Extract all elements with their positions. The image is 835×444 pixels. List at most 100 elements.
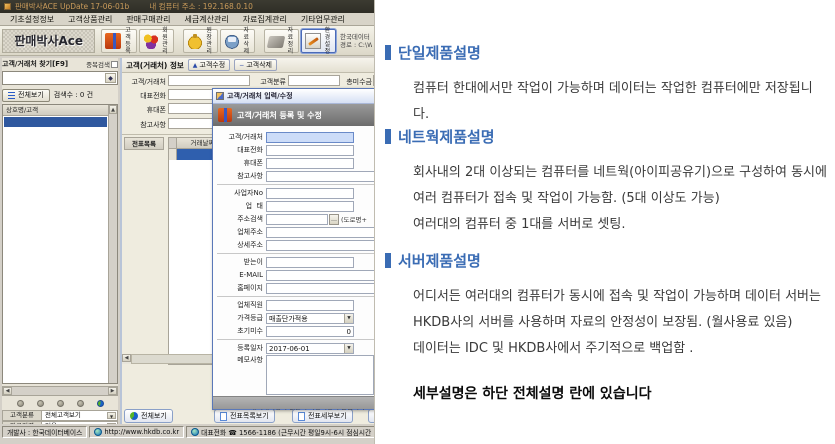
field-label-note: 참고사항 [122,120,166,130]
section-server-product: 서버제품설명 어디서든 여러대의 컴퓨터가 동시에 접속 및 작업이 가능하며 … [385,250,827,362]
recipient-input[interactable] [266,257,354,268]
staff-input[interactable] [266,300,354,311]
note-input[interactable] [266,171,375,182]
label-customer: 고객/거래처 [213,132,263,142]
chevron-down-icon[interactable]: ▼ [344,344,353,353]
customer-search-sidebar: 고객/거래처 찾기[F9] 중복검색 ◆ 전체보기 검색수 : 0 건 상호명/… [2,58,118,424]
memo-textarea[interactable] [266,355,374,395]
up-triangle-icon: ▲ [193,62,198,69]
business-number-input[interactable] [266,188,354,199]
app-logo: 판매박사Ace [2,29,95,53]
voucher-detail-view-button[interactable]: 전표세부보기 [292,409,353,423]
menu-item[interactable]: 자료집계관리 [236,14,294,25]
customer-edit-button[interactable]: ▲ 고객수정 [188,59,230,71]
label-regdate: 등록일자 [213,343,263,353]
scroll-right-icon[interactable]: ▶ [108,387,117,395]
toolbar-button[interactable]: 고객 등록 [101,29,136,53]
scroll-left-icon[interactable]: ◀ [122,354,131,362]
selected-list-row[interactable] [4,117,107,127]
label-biztype: 업 태 [213,201,263,211]
search-icon[interactable]: ◆ [105,73,116,83]
detail-address-input[interactable] [266,240,375,251]
nav-prev-button[interactable] [37,400,44,407]
voucher-list-view-button[interactable]: 전표목록보기 [214,409,275,423]
toolbar-info-company: 한국데이터 [340,33,372,41]
menu-item[interactable]: 고객상품관리 [61,14,119,25]
view-all-button[interactable]: 전체보기 [2,89,50,102]
customer-search-input[interactable]: ◆ [2,71,118,85]
gift-icon [105,33,121,49]
address-search-button[interactable]: … [329,214,339,225]
customer-category-field[interactable] [288,75,340,86]
toolbar: 판매박사Ace 고객 등록 회원 관리 원장 관리 [0,26,374,56]
toolbar-button[interactable]: 환경 설정 [301,29,336,53]
list-horizontal-scrollbar[interactable]: ◀ ▶ [2,386,118,396]
email-input[interactable] [266,270,375,281]
nav-refresh-button[interactable] [97,400,104,407]
field-label-customer: 고객/거래처 [122,77,166,87]
app-window: 판매박사ACE UpDate 17-06-01b 내 컴퓨터 주소 : 192.… [0,0,375,444]
field-label-tel: 대표전화 [122,91,166,101]
chevron-down-icon[interactable]: ▼ [344,314,353,323]
config-icon [305,33,321,49]
toolbar-button[interactable]: 자료 삭제 [220,29,255,53]
globe-icon [191,428,199,436]
label-bizno: 사업자No [213,188,263,198]
row-marker [169,149,177,160]
scroll-up-icon[interactable]: ▲ [109,105,117,114]
category-filter-select[interactable]: 전체고객보기 ▼ [42,410,118,421]
customer-edit-dialog: 고객/거래처 입력/수정 고객/거래처 등록 및 수정 고객/거래처 대표전화 … [212,88,375,410]
toolbar-button[interactable]: 원장 관리 [183,29,218,53]
label-memo: 메모사항 [213,355,263,365]
menu-item[interactable]: 판매구매관리 [119,14,177,25]
nav-next-button[interactable] [57,400,64,407]
status-bar: 개발사 : 한국데이터베이스 http://www.hkdb.co.kr 대표전… [0,424,374,439]
customer-list: 상호명/고객 ▲ [2,104,118,384]
toolbar-button[interactable]: 회원 관리 [139,29,174,53]
section-bar-icon [385,253,391,268]
list-icon [8,92,15,99]
menu-item[interactable]: 기초설정정보 [3,14,61,25]
recycle-icon [224,33,240,49]
nav-first-button[interactable] [17,400,24,407]
field-label-mobile: 휴대폰 [122,105,166,115]
list-column-header: 상호명/고객 [3,105,117,116]
page-icon [220,412,227,421]
extended-functions-button[interactable]: 확장기능 ▼ [368,409,375,423]
initial-balance-input[interactable]: 0 [266,326,354,337]
nav-last-button[interactable] [77,400,84,407]
address-search-input[interactable] [266,214,328,225]
row-marker-header [169,138,177,149]
label-note: 참고사항 [213,171,263,181]
label-grade: 가격등급 [213,313,263,323]
homepage-input[interactable] [266,283,375,294]
search-count: 검색수 : 0 건 [54,90,93,100]
customer-name-field[interactable] [168,75,250,86]
mobile-input[interactable] [266,158,354,169]
menu-item[interactable]: 기타업무관리 [294,14,352,25]
category-filter-label: 고객분류 [2,410,42,421]
business-type-input[interactable] [266,201,354,212]
section-body: 회사내의 2대 이상되는 컴퓨터를 네트웍(아이피공유기)으로 구성하여 동시에… [413,160,827,238]
label-addr-search: 주소검색 [213,214,263,224]
registration-date-select[interactable]: 2017-06-01 ▼ [266,343,354,354]
separator [217,184,375,185]
company-address-input[interactable] [266,227,375,238]
customer-name-input[interactable] [266,132,354,143]
duplicate-search-checkbox[interactable] [111,61,118,68]
developer-status: 개발사 : 한국데이터베이스 [2,426,87,438]
record-nav-buttons [2,398,118,409]
tel-input[interactable] [266,145,354,156]
website-status[interactable]: http://www.hkdb.co.kr [89,426,184,438]
scroll-left-icon[interactable]: ◀ [3,387,12,395]
dialog-title-bar[interactable]: 고객/거래처 입력/수정 [213,89,375,104]
customer-delete-button[interactable]: − 고객삭제 [234,59,277,71]
toolbar-button[interactable]: 자료 정리 [264,29,299,53]
menu-item[interactable]: 세금계산관리 [178,14,236,25]
price-grade-select[interactable]: 매출단가적용 ▼ [266,313,354,324]
chevron-down-icon[interactable]: ▼ [107,412,116,419]
section-body: 컴퓨터 한대에서만 작업이 가능하며 데이터는 작업한 컴퓨터에만 저장됩니다. [413,76,827,128]
view-all-records-button[interactable]: 전체보기 [124,409,173,423]
section-title: 서버제품설명 [398,250,481,271]
list-vertical-scrollbar[interactable]: ▲ [108,105,117,383]
